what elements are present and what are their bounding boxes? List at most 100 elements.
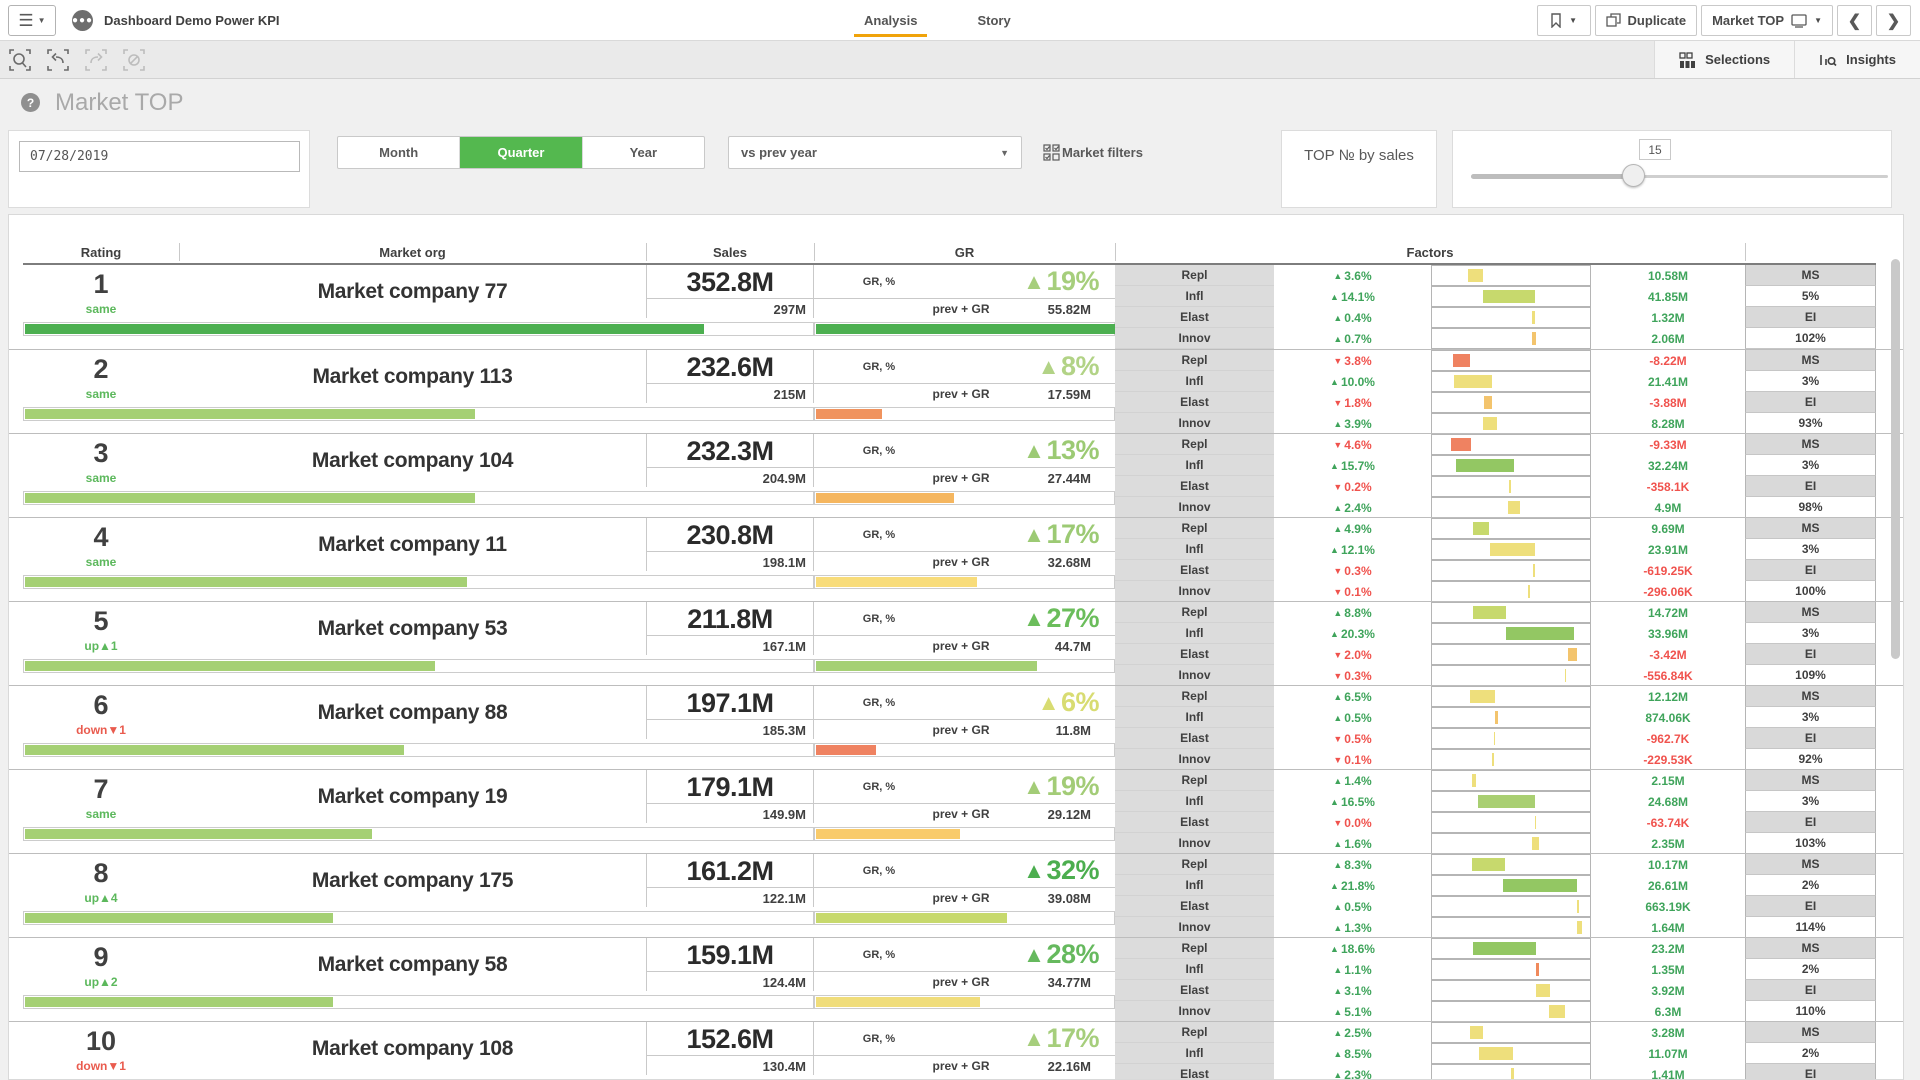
ei-label: EI <box>1745 392 1876 413</box>
table-row[interactable]: 2 same Market company 113 232.6M 215M pr… <box>9 349 1904 433</box>
factor-row: Elast ▼ 0.3% -619.25K <box>9 560 1904 581</box>
help-icon[interactable]: ? <box>21 93 40 112</box>
factor-pct-value: 12.1% <box>1341 543 1375 557</box>
factor-bar <box>1533 564 1535 577</box>
factor-row: Elast ▼ 2.0% -3.42M <box>9 644 1904 665</box>
insights-button[interactable]: Insights <box>1794 41 1920 78</box>
vertical-scrollbar[interactable] <box>1891 259 1900 659</box>
factor-bar <box>1549 1005 1565 1018</box>
factor-bar-cell <box>1431 286 1591 307</box>
header-gr[interactable]: GR <box>814 241 1115 263</box>
prev-sheet-button[interactable]: ❮ <box>1837 5 1872 36</box>
factor-arrow-icon: ▲ <box>1333 776 1342 786</box>
sheet-icon <box>1791 14 1807 28</box>
factor-pct-value: 3.6% <box>1344 269 1371 283</box>
bookmark-button[interactable]: ▼ <box>1537 5 1591 36</box>
table-row[interactable]: 4 same Market company 11 230.8M 198.1M p… <box>9 517 1904 601</box>
step-forward-icon[interactable] <box>82 46 110 74</box>
market-filters-button[interactable]: Market filters <box>1043 144 1143 161</box>
table-row[interactable]: 1 same Market company 77 352.8M 297M pre… <box>9 265 1904 349</box>
global-menu-button[interactable]: ☰ ▼ <box>8 5 56 36</box>
ms-value: 3% <box>1745 707 1876 728</box>
view-tabs: Analysis Story <box>860 0 1015 41</box>
factor-label: Infl <box>1115 875 1274 896</box>
header-sales[interactable]: Sales <box>646 241 814 263</box>
tab-story[interactable]: Story <box>973 0 1014 41</box>
date-input[interactable]: 07/28/2019 <box>19 141 300 172</box>
header-rating[interactable]: Rating <box>23 241 179 263</box>
factor-row: Infl ▲ 16.5% 24.68M <box>9 791 1904 812</box>
factor-pct: ▲ 2.4% <box>1274 497 1431 518</box>
factor-value: -3.42M <box>1591 644 1745 665</box>
factor-bar <box>1577 900 1579 913</box>
duplicate-label: Duplicate <box>1628 13 1687 28</box>
ms-value: 3% <box>1745 371 1876 392</box>
factor-bar-cell <box>1431 350 1591 371</box>
factor-bar-cell <box>1431 770 1591 791</box>
factor-bar <box>1511 1068 1514 1080</box>
header-divider <box>814 243 815 261</box>
factor-bar <box>1495 711 1498 724</box>
table-row[interactable]: 3 same Market company 104 232.3M 204.9M … <box>9 433 1904 517</box>
slider-thumb[interactable] <box>1622 164 1645 187</box>
factor-pct-value: 0.2% <box>1344 480 1371 494</box>
factor-pct-value: 0.3% <box>1344 564 1371 578</box>
sheet-selector-button[interactable]: Market TOP ▼ <box>1701 5 1833 36</box>
step-back-icon[interactable] <box>44 46 72 74</box>
factor-pct-value: 8.3% <box>1344 858 1371 872</box>
factor-pct-value: 3.8% <box>1344 354 1371 368</box>
sheet-selector-label: Market TOP <box>1712 13 1784 28</box>
duplicate-button[interactable]: Duplicate <box>1595 5 1698 36</box>
factor-value: 3.92M <box>1591 980 1745 1001</box>
factor-value: 2.35M <box>1591 833 1745 854</box>
period-year-button[interactable]: Year <box>583 137 704 168</box>
period-quarter-button[interactable]: Quarter <box>460 137 582 168</box>
factor-bar-cell <box>1431 328 1591 349</box>
factor-row: Infl ▲ 12.1% 23.91M <box>9 539 1904 560</box>
factor-bar <box>1532 332 1537 345</box>
factor-pct: ▼ 0.1% <box>1274 581 1431 602</box>
period-month-button[interactable]: Month <box>338 137 460 168</box>
header-factors[interactable]: Factors <box>1115 241 1745 263</box>
factor-pct-value: 16.5% <box>1341 795 1375 809</box>
compare-dropdown[interactable]: vs prev year ▼ <box>728 136 1022 169</box>
factor-bar-cell <box>1431 539 1591 560</box>
factor-arrow-icon: ▼ <box>1333 482 1342 492</box>
factor-label: Infl <box>1115 959 1274 980</box>
tab-analysis[interactable]: Analysis <box>860 0 921 41</box>
table-row[interactable]: 8 up▲4 Market company 175 161.2M 122.1M … <box>9 853 1904 937</box>
factor-value: 21.41M <box>1591 371 1745 392</box>
factor-arrow-icon: ▲ <box>1333 334 1342 344</box>
factor-arrow-icon: ▲ <box>1333 313 1342 323</box>
factor-label: Innov <box>1115 497 1274 518</box>
selections-button[interactable]: Selections <box>1655 41 1794 78</box>
ei-value: 93% <box>1745 413 1876 434</box>
selections-search-icon[interactable] <box>6 46 34 74</box>
factor-bar-cell <box>1431 560 1591 581</box>
factor-pct-value: 0.3% <box>1344 669 1371 683</box>
table-row[interactable]: 10 down▼1 Market company 108 152.6M 130.… <box>9 1021 1904 1080</box>
factor-arrow-icon: ▲ <box>1333 1070 1342 1080</box>
table-row[interactable]: 7 same Market company 19 179.1M 149.9M p… <box>9 769 1904 853</box>
factor-arrow-icon: ▲ <box>1333 902 1342 912</box>
factor-label: Repl <box>1115 434 1274 455</box>
factor-value: -296.06K <box>1591 581 1745 602</box>
factor-arrow-icon: ▲ <box>1330 377 1339 387</box>
clear-selections-icon[interactable] <box>120 46 148 74</box>
factor-value: 874.06K <box>1591 707 1745 728</box>
factor-row: Repl ▼ 3.8% -8.22M <box>9 350 1904 371</box>
app-options-icon[interactable]: ●●● <box>72 10 93 31</box>
factor-arrow-icon: ▲ <box>1330 629 1339 639</box>
factor-pct: ▲ 14.1% <box>1274 286 1431 307</box>
table-row[interactable]: 6 down▼1 Market company 88 197.1M 185.3M… <box>9 685 1904 769</box>
table-row[interactable]: 5 up▲1 Market company 53 211.8M 167.1M p… <box>9 601 1904 685</box>
ms-value: 3% <box>1745 791 1876 812</box>
factor-row: Repl ▲ 8.3% 10.17M <box>9 854 1904 875</box>
factor-row: Infl ▲ 15.7% 32.24M <box>9 455 1904 476</box>
next-sheet-button[interactable]: ❯ <box>1876 5 1911 36</box>
header-market-org[interactable]: Market org <box>179 241 646 263</box>
ms-label: MS <box>1745 602 1876 623</box>
factor-pct-value: 3.1% <box>1344 984 1371 998</box>
table-row[interactable]: 9 up▲2 Market company 58 159.1M 124.4M p… <box>9 937 1904 1021</box>
factor-pct: ▲ 8.8% <box>1274 602 1431 623</box>
